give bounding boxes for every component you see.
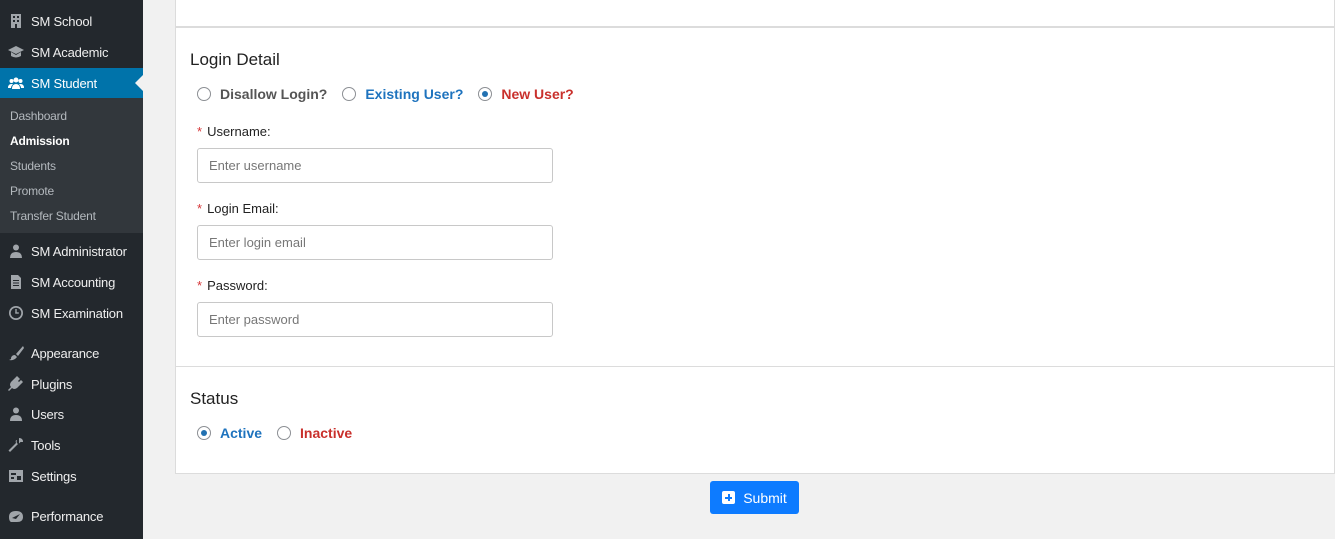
sidebar-item-label: Appearance bbox=[31, 345, 100, 361]
sidebar-item-sm-academic[interactable]: SM Academic bbox=[0, 37, 143, 67]
sidebar-item-label: SM Academic bbox=[31, 44, 109, 60]
submenu-item-students[interactable]: Students bbox=[10, 159, 56, 173]
sidebar-item-settings[interactable]: Settings bbox=[0, 461, 143, 491]
login-email-label: * Login Email: bbox=[197, 201, 279, 216]
username-input[interactable] bbox=[197, 148, 553, 183]
radio-label-active[interactable]: Active bbox=[220, 425, 262, 441]
password-input[interactable] bbox=[197, 302, 553, 337]
current-menu-arrow bbox=[135, 75, 143, 91]
plus-square-icon bbox=[722, 491, 736, 504]
submenu-item-transfer-student[interactable]: Transfer Student bbox=[10, 209, 96, 223]
section-title-login-detail: Login Detail bbox=[190, 50, 280, 69]
radio-existing-user[interactable] bbox=[342, 87, 357, 101]
submit-button[interactable]: Submit bbox=[710, 481, 799, 514]
document-icon bbox=[0, 274, 31, 290]
sidebar-item-sm-school[interactable]: SM School bbox=[0, 6, 143, 36]
submenu-item-promote[interactable]: Promote bbox=[10, 184, 54, 198]
username-label: * Username: bbox=[197, 124, 271, 139]
sidebar-item-sm-student[interactable]: SM Student bbox=[0, 68, 143, 98]
login-detail-panel: Login Detail Disallow Login? Existing Us… bbox=[175, 27, 1335, 367]
sidebar-item-sm-administrator[interactable]: SM Administrator bbox=[0, 236, 143, 266]
sidebar-item-label: Tools bbox=[31, 437, 61, 453]
radio-label-new-user[interactable]: New User? bbox=[501, 86, 573, 102]
sidebar-item-label: Plugins bbox=[31, 376, 73, 392]
sidebar-item-label: Users bbox=[31, 406, 64, 422]
plug-icon bbox=[0, 376, 31, 392]
submenu-item-dashboard[interactable]: Dashboard bbox=[10, 109, 67, 123]
graduation-cap-icon bbox=[0, 44, 31, 60]
status-options: Active Inactive bbox=[197, 425, 352, 441]
submenu: Dashboard Admission Students Promote Tra… bbox=[0, 98, 143, 233]
required-mark: * bbox=[197, 278, 203, 293]
sidebar-item-performance[interactable]: Performance bbox=[0, 501, 143, 531]
main-content: Login Detail Disallow Login? Existing Us… bbox=[175, 0, 1335, 539]
sidebar-item-label: SM School bbox=[31, 13, 93, 29]
sidebar-item-label: SM Accounting bbox=[31, 274, 116, 290]
admin-sidebar: SM School SM Academic SM Student Dashboa… bbox=[0, 0, 143, 539]
required-mark: * bbox=[197, 124, 203, 139]
radio-label-inactive[interactable]: Inactive bbox=[300, 425, 352, 441]
sidebar-item-label: SM Student bbox=[31, 75, 97, 91]
wrench-icon bbox=[0, 437, 31, 453]
sidebar-item-label: Performance bbox=[31, 508, 104, 524]
section-title-status: Status bbox=[190, 389, 239, 408]
sidebar-item-appearance[interactable]: Appearance bbox=[0, 338, 143, 368]
user-icon bbox=[0, 243, 31, 259]
users-icon bbox=[0, 406, 31, 422]
clock-icon bbox=[0, 305, 31, 321]
radio-label-disallow-login[interactable]: Disallow Login? bbox=[220, 86, 327, 102]
sidebar-item-label: Settings bbox=[31, 468, 77, 484]
sidebar-item-sm-examination[interactable]: SM Examination bbox=[0, 298, 143, 328]
sidebar-item-sm-accounting[interactable]: SM Accounting bbox=[0, 267, 143, 297]
previous-section-panel bbox=[175, 0, 1335, 27]
required-mark: * bbox=[197, 201, 203, 216]
paintbrush-icon bbox=[0, 345, 31, 361]
settings-icon bbox=[0, 468, 31, 484]
sidebar-item-label: SM Examination bbox=[31, 305, 123, 321]
radio-disallow-login[interactable] bbox=[197, 87, 211, 101]
password-label: * Password: bbox=[197, 278, 268, 293]
radio-inactive[interactable] bbox=[277, 426, 292, 440]
radio-new-user[interactable] bbox=[478, 87, 493, 101]
radio-label-existing-user[interactable]: Existing User? bbox=[365, 86, 463, 102]
sidebar-item-label: SM Administrator bbox=[31, 243, 127, 259]
status-panel: Status Active Inactive bbox=[175, 366, 1335, 474]
radio-active[interactable] bbox=[197, 426, 211, 440]
submenu-item-admission[interactable]: Admission bbox=[10, 134, 70, 148]
login-email-input[interactable] bbox=[197, 225, 553, 260]
users-group-icon bbox=[0, 75, 31, 91]
sidebar-item-plugins[interactable]: Plugins bbox=[0, 369, 143, 399]
login-options: Disallow Login? Existing User? New User? bbox=[197, 86, 574, 102]
building-icon bbox=[0, 13, 31, 29]
submit-label: Submit bbox=[743, 489, 787, 506]
performance-icon bbox=[0, 508, 31, 524]
sidebar-item-users[interactable]: Users bbox=[0, 399, 143, 429]
sidebar-item-tools[interactable]: Tools bbox=[0, 430, 143, 460]
